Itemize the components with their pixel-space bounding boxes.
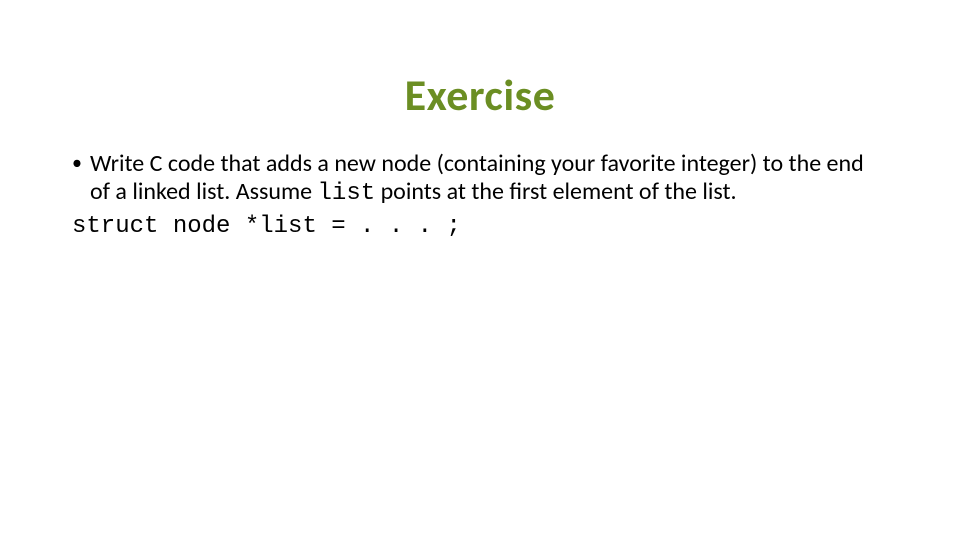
slide-title: Exercise (0, 68, 960, 122)
title-text: Exercise (405, 68, 556, 122)
bullet-text: Write C code that adds a new node (conta… (90, 150, 888, 207)
slide-content: • Write C code that adds a new node (con… (72, 150, 888, 241)
slide: Exercise • Write C code that adds a new … (0, 0, 960, 540)
code-line: struct node *list = . . . ; (72, 213, 888, 241)
bullet-item: • Write C code that adds a new node (con… (72, 150, 888, 207)
bullet-text-after: points at the first element of the list. (375, 177, 736, 206)
bullet-marker: • (72, 150, 90, 207)
inline-code: list (318, 180, 376, 207)
